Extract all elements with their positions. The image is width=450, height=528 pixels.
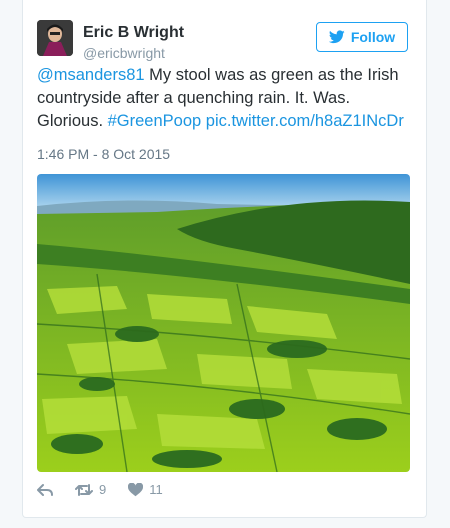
hashtag-link[interactable]: #GreenPoop: [108, 112, 202, 130]
heart-icon: [128, 482, 144, 496]
tweet-actions: 9 11: [37, 482, 185, 497]
mention-link[interactable]: @msanders81: [37, 66, 145, 84]
follow-label: Follow: [350, 29, 396, 45]
reply-button[interactable]: [37, 483, 53, 497]
tweet-timestamp[interactable]: 1:46 PM - 8 Oct 2015: [37, 146, 170, 162]
tweet-card: Eric B Wright @ericbwright Follow @msand…: [22, 0, 427, 518]
tweet-photo[interactable]: [37, 174, 410, 472]
twitter-bird-icon: [328, 30, 345, 44]
like-count: 11: [149, 482, 163, 497]
author-name[interactable]: Eric B Wright: [83, 24, 184, 42]
avatar[interactable]: [37, 20, 73, 56]
like-button[interactable]: 11: [128, 482, 163, 497]
retweet-icon: [75, 483, 93, 496]
tweet-text: @msanders81 My stool was as green as the…: [37, 64, 417, 133]
retweet-count: 9: [99, 482, 107, 497]
reply-icon: [37, 483, 53, 496]
retweet-button[interactable]: 9: [75, 482, 106, 497]
media-link[interactable]: pic.twitter.com/h8aZ1INcDr: [201, 112, 404, 130]
follow-button[interactable]: Follow: [316, 22, 408, 52]
author-handle[interactable]: @ericbwright: [83, 45, 165, 61]
